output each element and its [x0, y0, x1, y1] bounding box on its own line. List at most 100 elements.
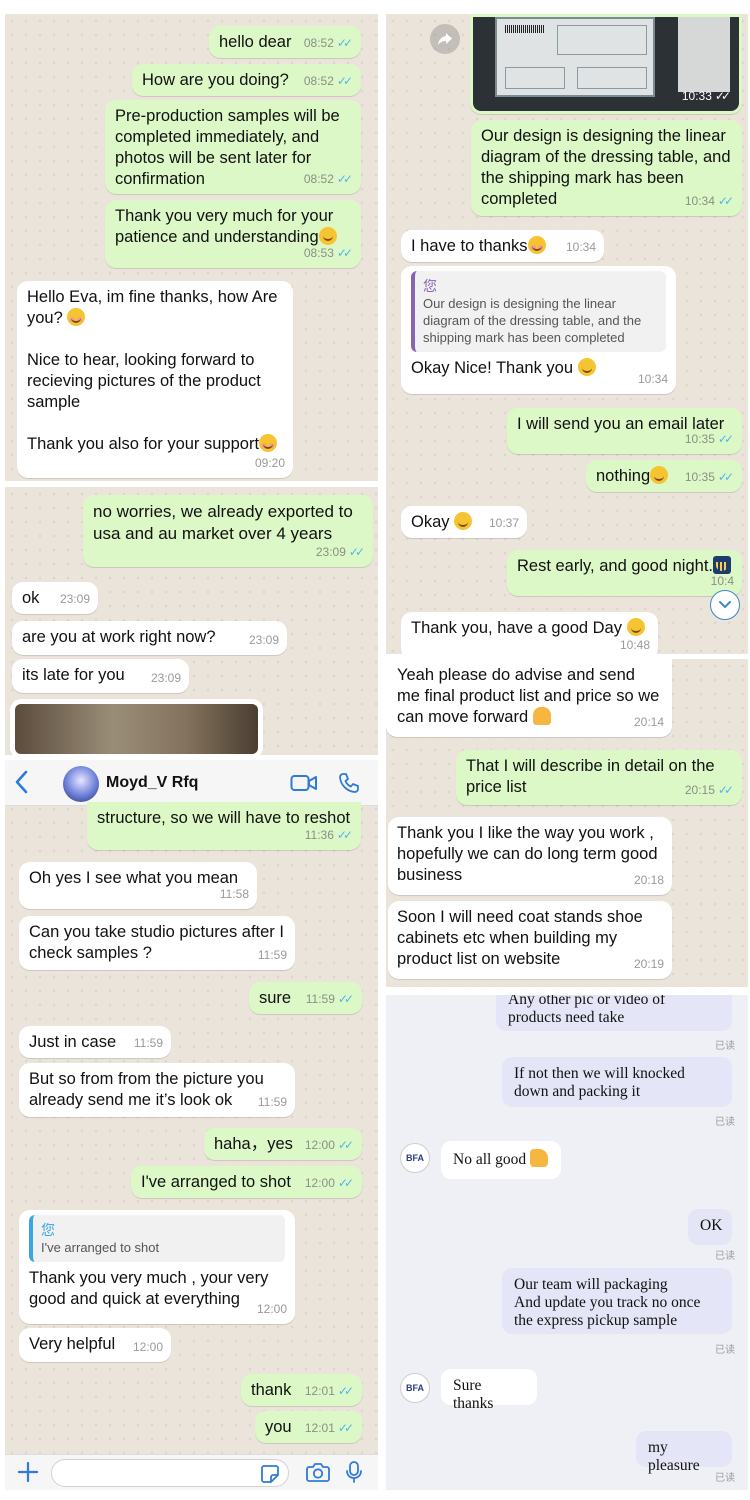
avatar[interactable] [63, 766, 99, 802]
avatar[interactable]: BFA [400, 1143, 430, 1173]
message-bubble[interactable]: How are you doing? 08:52 ✓✓ [132, 64, 361, 96]
message-text: Okay Nice! Thank you [411, 359, 578, 377]
chat-panel-1: hello dear 08:52 ✓✓ How are you doing? 08… [5, 14, 378, 481]
message-bubble[interactable]: I've arranged to shot 12:00 ✓✓ [131, 1166, 362, 1198]
double-check-icon: ✓✓ [337, 1421, 354, 1435]
message-bubble[interactable]: Any other pic or video of products need … [496, 995, 732, 1031]
message-bubble[interactable]: thank 12:01 ✓✓ [241, 1374, 362, 1406]
message-bubble[interactable]: Our team will packaging And update you t… [502, 1268, 732, 1334]
quoted-sender: 您 [423, 278, 437, 294]
message-bubble[interactable]: 您 Our design is designing the linear dia… [401, 266, 676, 394]
message-text: sure [259, 989, 292, 1007]
read-status: 已读 [715, 1041, 735, 1052]
contact-name[interactable]: Moyd_V Rfq [106, 774, 198, 792]
message-time: 20:15 [684, 783, 715, 797]
read-status: 已读 [715, 1473, 735, 1484]
double-check-icon: ✓✓ [337, 992, 354, 1006]
plus-icon[interactable] [17, 1461, 39, 1488]
message-text: But so from from the picture you already… [29, 1070, 269, 1109]
message-time: 20:14 [633, 715, 664, 729]
chat-panel-6: Any other pic or video of products need … [386, 995, 748, 1490]
message-bubble[interactable]: no worries, we already exported to usa a… [83, 495, 373, 567]
message-time: 08:52 [303, 172, 334, 186]
message-bubble[interactable]: Pre-production samples will be completed… [105, 100, 361, 194]
quoted-message[interactable]: 您 I've arranged to shot [29, 1215, 285, 1262]
message-time: 10:37 [488, 516, 519, 530]
video-camera-icon[interactable] [290, 773, 318, 798]
message-text: Thank you very much , your very good and… [29, 1269, 273, 1308]
message-time: 11:59 [257, 948, 287, 962]
message-bubble[interactable]: my pleasure [636, 1431, 732, 1474]
message-bubble[interactable]: Thank you very much for your patience an… [105, 200, 361, 268]
message-bubble[interactable]: its late for you 23:09 [12, 659, 189, 693]
message-text: nothing [596, 467, 651, 485]
read-status: 已读 [715, 1117, 735, 1128]
message-bubble[interactable]: sure 11:59 ✓✓ [249, 982, 362, 1014]
chevron-left-icon[interactable] [14, 770, 28, 799]
smiling-face-icon [454, 512, 473, 530]
message-bubble[interactable]: Our design is designing the linear diagr… [471, 120, 742, 216]
image-message[interactable]: 10:33 ✓✓ [470, 14, 742, 114]
message-bubble[interactable]: ok 23:09 [12, 582, 98, 614]
message-meta: 10:37 [489, 513, 519, 534]
message-bubble[interactable]: nothing 10:35 ✓✓ [586, 460, 742, 492]
forward-icon[interactable] [430, 24, 460, 54]
avatar[interactable]: BFA [400, 1373, 430, 1403]
message-bubble[interactable]: I will send you an email later 10:35 ✓✓ [507, 408, 742, 454]
message-bubble[interactable]: But so from from the picture you already… [19, 1063, 295, 1117]
message-meta: 11:59 [258, 945, 287, 966]
scroll-down-button[interactable] [710, 590, 740, 620]
quoted-sender: 您 [41, 1222, 55, 1238]
microphone-icon[interactable] [345, 1460, 363, 1489]
message-bubble[interactable]: Very helpful 12:00 [19, 1328, 171, 1362]
message-bubble[interactable]: Sure thanks [441, 1369, 537, 1412]
message-bubble[interactable]: OK [688, 1209, 732, 1245]
message-bubble[interactable]: Okay 10:37 [401, 506, 527, 538]
message-bubble[interactable]: I have to thanks 10:34 [401, 230, 604, 262]
message-text: Soon I will need coat stands shoe cabine… [397, 908, 648, 968]
message-meta: 23:09 ✓✓ [316, 542, 365, 563]
message-meta: 20:14 [634, 712, 664, 733]
message-bubble[interactable]: hello dear 08:52 ✓✓ [209, 26, 361, 58]
message-meta: 10:4 [711, 571, 734, 592]
message-text: you [265, 1418, 292, 1436]
message-time: 23:09 [315, 545, 346, 559]
message-text: I have to thanks [411, 237, 528, 255]
message-time: 20:19 [633, 957, 664, 971]
sticker-icon[interactable] [260, 1464, 280, 1489]
message-text: OK [700, 1217, 723, 1234]
message-bubble[interactable]: If not then we will knocked down and pac… [502, 1057, 732, 1107]
message-bubble[interactable]: Hello Eva, im fine thanks, how Are you? … [17, 281, 293, 478]
message-bubble[interactable]: you 12:01 ✓✓ [255, 1411, 362, 1443]
message-bubble[interactable]: Thank you I like the way you work , hope… [388, 817, 672, 895]
message-bubble[interactable]: Rest early, and good night. 10:4 [507, 550, 742, 596]
message-bubble[interactable]: Oh yes I see what you mean 11:58 [19, 862, 257, 909]
message-bubble[interactable]: Can you take studio pictures after I che… [19, 916, 295, 970]
message-time: 12:00 [256, 1302, 287, 1316]
message-meta: 08:52 ✓✓ [304, 71, 353, 92]
message-bubble[interactable]: No all good [441, 1141, 561, 1179]
message-input[interactable] [51, 1459, 289, 1487]
message-bubble[interactable]: Just in case 11:59 [19, 1026, 171, 1058]
message-bubble[interactable]: Soon I will need coat stands shoe cabine… [388, 901, 672, 979]
message-bubble[interactable]: 您 I've arranged to shot Thank you very m… [19, 1210, 295, 1324]
phone-icon[interactable] [338, 772, 360, 799]
message-text: If not then we will knocked down and pac… [514, 1065, 689, 1100]
message-meta: 12:00 ✓✓ [305, 1135, 354, 1156]
message-bubble[interactable]: structure, so we will have to reshot 11:… [87, 802, 361, 850]
message-meta: 12:00 [257, 1299, 287, 1320]
message-meta: 11:59 [258, 1092, 287, 1113]
message-text: Sure thanks [453, 1377, 494, 1412]
message-text: Our team will packaging And update you t… [514, 1276, 701, 1329]
message-bubble[interactable]: are you at work right now? 23:09 [12, 621, 287, 655]
message-line-3: Thank you also for your support [27, 434, 283, 455]
camera-icon[interactable] [306, 1461, 330, 1488]
message-text: haha，yes [214, 1135, 293, 1153]
message-bubble[interactable]: That I will describe in detail on the pr… [456, 750, 742, 805]
quoted-message[interactable]: 您 Our design is designing the linear dia… [411, 271, 666, 352]
message-bubble[interactable]: Thank you, have a good Day 10:48 [401, 612, 658, 654]
message-bubble[interactable]: Yeah please do advise and send me final … [386, 659, 672, 737]
message-text: Thank you, have a good Day [411, 619, 627, 637]
message-bubble[interactable]: haha，yes 12:00 ✓✓ [204, 1128, 362, 1160]
image-message[interactable] [10, 699, 263, 755]
